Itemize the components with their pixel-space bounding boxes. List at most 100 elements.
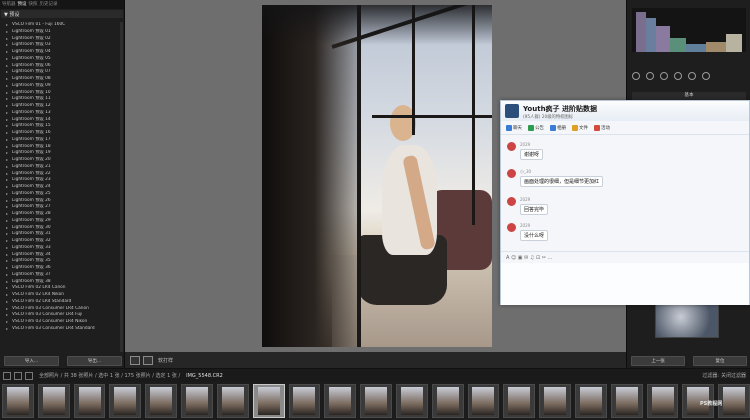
preset-item[interactable]: ▸ Lightroom 预设 14 [6,117,118,124]
loupe-view-icon[interactable] [130,355,140,365]
presets-header[interactable]: ▼ 预设 [1,10,123,18]
preset-item[interactable]: ▸ Lightroom 预设 28 [6,211,118,218]
preset-item[interactable]: ▸ Lightroom 预设 25 [6,191,118,198]
main-photo[interactable] [262,5,492,347]
filmstrip-thumbnail[interactable] [539,384,571,418]
preset-item[interactable]: ▸ VSCO Film 02 LR4 Canon [6,285,118,292]
input-toolbar[interactable]: A ☺ ▣ ✉ ♫ ⊡ ✂ … [501,251,749,263]
preset-item[interactable]: ▸ Lightroom 预设 17 [6,137,118,144]
tab-history[interactable]: 历史记录 [40,1,58,8]
preset-item[interactable]: ▸ Lightroom 预设 15 [6,123,118,130]
preset-item[interactable]: ▸ Lightroom 预设 06 [6,63,118,70]
preset-item[interactable]: ▸ Lightroom 预设 27 [6,204,118,211]
filmstrip-thumbnail[interactable] [252,384,285,418]
preset-item[interactable]: ▸ Lightroom 预设 26 [6,198,118,205]
preset-item[interactable]: ▸ Lightroom 预设 22 [6,171,118,178]
preset-item[interactable]: ▸ Lightroom 预设 04 [6,49,118,56]
preset-item[interactable]: ▸ Lightroom 预设 02 [6,36,118,43]
chat-tool-button[interactable]: 相册 [550,124,566,131]
grid-view-icon[interactable] [3,371,11,380]
filmstrip-thumbnail[interactable] [145,384,178,418]
preset-item[interactable]: ▸ Lightroom 预设 36 [6,265,118,272]
preset-item[interactable]: ▸ VSCO Film 02 LR4 Standard [6,299,118,306]
filmstrip-thumbnail[interactable] [575,384,607,418]
filmstrip-thumbnail[interactable] [431,384,464,418]
crop-tool-icon[interactable] [632,72,640,80]
filmstrip-thumbnail[interactable] [467,384,500,418]
preset-item[interactable]: ▸ Lightroom 预设 37 [6,272,118,279]
filmstrip-thumbnail[interactable] [610,384,643,418]
preset-item[interactable]: ▸ Lightroom 预设 05 [6,56,118,63]
preset-item[interactable]: ▸ VSCO Film 03 Consumer LR4 Nikon [6,319,118,326]
preset-item[interactable]: ▸ Lightroom 预设 23 [6,177,118,184]
tab-snapshots[interactable]: 快照 [29,1,38,8]
user-avatar[interactable] [507,142,516,151]
message-input[interactable] [501,263,749,305]
basic-section-header[interactable]: 基本 [632,92,746,100]
compare-view-icon[interactable] [143,355,153,365]
filmstrip-thumbnail[interactable] [216,384,249,418]
preset-item[interactable]: ▸ Lightroom 预设 20 [6,157,118,164]
graduated-filter-icon[interactable] [674,72,682,80]
radial-filter-icon[interactable] [688,72,696,80]
preset-item[interactable]: ▸ Lightroom 预设 18 [6,144,118,151]
preset-item[interactable]: ▸ Lightroom 预设 16 [6,130,118,137]
preset-item[interactable]: ▸ Lightroom 预设 19 [6,150,118,157]
filmstrip-thumbnail[interactable] [288,384,321,418]
preset-item[interactable]: ▸ Lightroom 预设 12 [6,103,118,110]
preset-item[interactable]: ▸ Lightroom 预设 31 [6,231,118,238]
preset-item[interactable]: ▸ Lightroom 预设 11 [6,96,118,103]
preset-item[interactable]: ▸ Lightroom 预设 08 [6,76,118,83]
preset-item[interactable]: ▸ Lightroom 预设 03 [6,42,118,49]
preset-item[interactable]: ▸ Lightroom 预设 24 [6,184,118,191]
filmstrip-thumbnail[interactable] [73,384,106,418]
filmstrip-thumbnail[interactable] [718,384,750,418]
tab-navigator[interactable]: 导航器 [2,1,16,8]
user-avatar[interactable] [507,223,516,232]
preset-item[interactable]: ▸ Lightroom 预设 13 [6,110,118,117]
preset-item[interactable]: ▸ VSCO Film 03 Consumer LR4 Fuji [6,312,118,319]
filmstrip-thumbnail[interactable] [503,384,536,418]
filmstrip-thumbnail[interactable] [2,384,34,418]
preset-item[interactable]: ▸ Lightroom 预设 07 [6,69,118,76]
preset-item[interactable]: ▸ Lightroom 预设 01 [6,29,118,36]
filmstrip-thumbnail[interactable] [181,384,213,418]
preset-item[interactable]: ▸ VSCO Film 01 - Fuji 160C [6,22,118,29]
chat-tool-button[interactable]: 文件 [572,124,588,131]
preset-item[interactable]: ▸ Lightroom 预设 35 [6,258,118,265]
preset-item[interactable]: ▸ Lightroom 预设 30 [6,225,118,232]
preset-item[interactable]: ▸ Lightroom 预设 10 [6,90,118,97]
preset-item[interactable]: ▸ Lightroom 预设 32 [6,238,118,245]
chat-tool-button[interactable]: 公告 [528,124,544,131]
preset-item[interactable]: ▸ VSCO Film 03 Consumer LR4 Canon [6,306,118,313]
preset-item[interactable]: ▸ Lightroom 预设 38 [6,279,118,286]
user-avatar[interactable] [507,197,516,206]
chat-tool-button[interactable]: 活动 [594,124,610,131]
filter-off-toggle[interactable]: 关闭过滤器 [721,372,746,379]
preset-item[interactable]: ▸ VSCO Film 02 LR4 Nikon [6,292,118,299]
red-eye-icon[interactable] [660,72,668,80]
spot-removal-icon[interactable] [646,72,654,80]
chat-tool-button[interactable]: 聊天 [506,124,522,131]
back-icon[interactable] [14,371,22,380]
tab-presets[interactable]: 预设 [18,1,27,8]
left-scrollbar[interactable] [120,22,123,352]
soft-proof-label[interactable]: 软打样 [158,357,173,364]
filmstrip-thumbnail[interactable] [360,384,392,418]
group-avatar[interactable] [505,104,519,118]
previous-button[interactable]: 上一张 [631,356,685,366]
reset-button[interactable]: 复位 [693,356,747,366]
preset-item[interactable]: ▸ Lightroom 预设 09 [6,83,118,90]
user-avatar[interactable] [507,169,516,178]
preset-item[interactable]: ▸ Lightroom 预设 33 [6,245,118,252]
filmstrip-thumbnail[interactable] [109,384,142,418]
preset-item[interactable]: ▸ Lightroom 预设 29 [6,218,118,225]
filmstrip-thumbnail[interactable] [395,384,428,418]
adjustment-brush-icon[interactable] [702,72,710,80]
filmstrip-thumbnail[interactable] [37,384,70,418]
import-button[interactable]: 导入... [4,356,59,366]
forward-icon[interactable] [25,371,33,380]
filmstrip-thumbnail[interactable] [324,384,357,418]
preset-item[interactable]: ▸ Lightroom 预设 34 [6,252,118,259]
preset-item[interactable]: ▸ VSCO Film 03 Consumer LR4 Standard [6,326,118,333]
